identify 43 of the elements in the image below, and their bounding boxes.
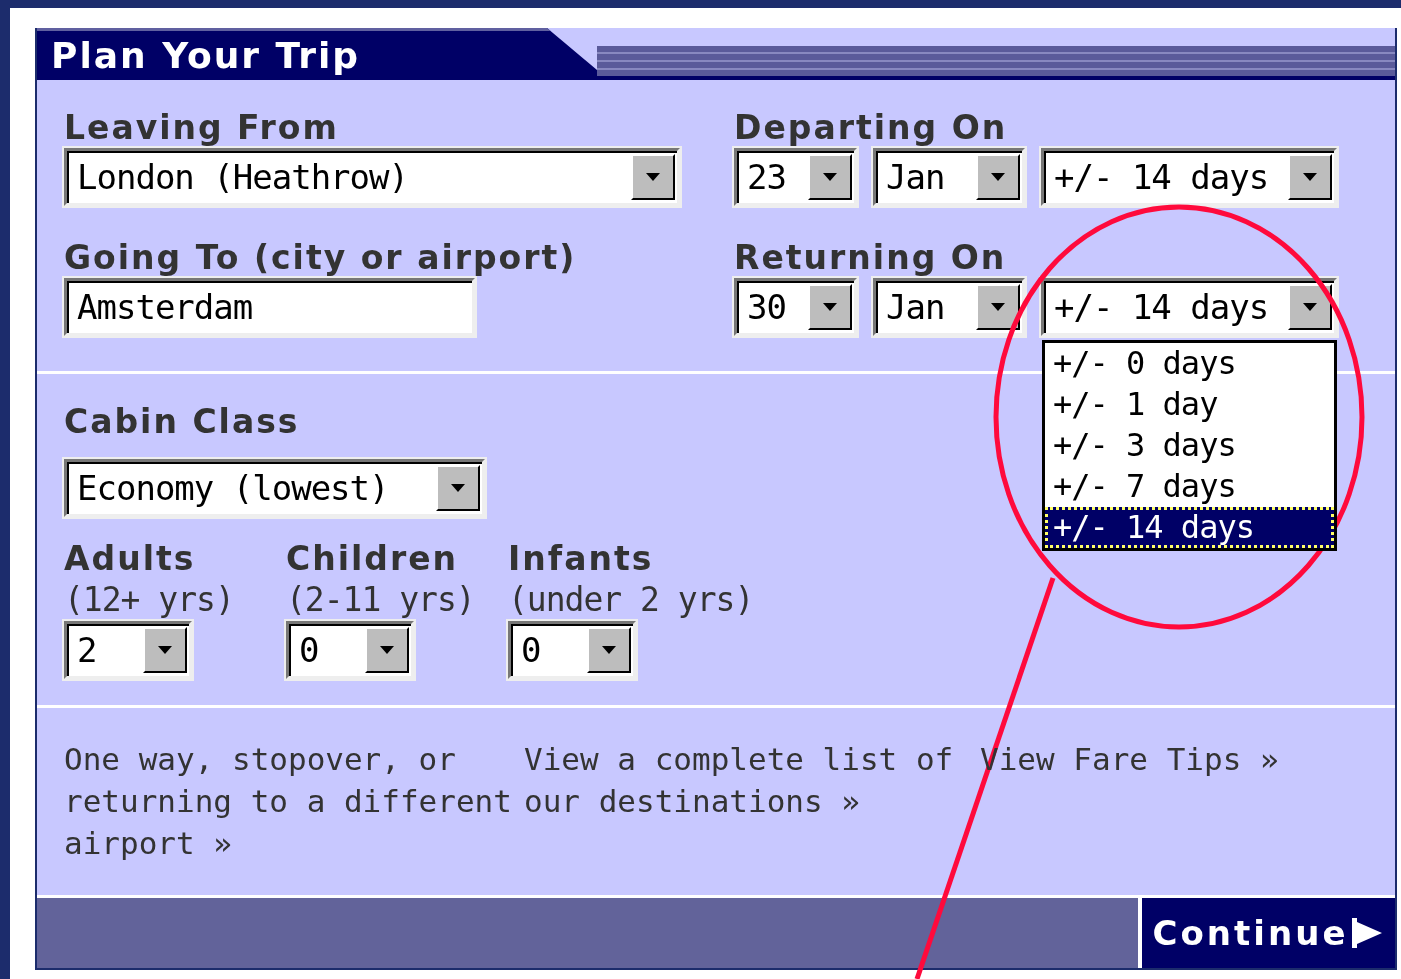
text-link[interactable]: View a complete list of our destinations » [524,738,980,822]
caret-icon [1303,303,1317,311]
field-label: Children [286,539,459,579]
month-dropdown[interactable]: Jan [873,278,1025,336]
panel-title: Plan Your Trip [37,28,597,80]
text-link[interactable]: One way, stopover, or returning to a different airport » [64,738,524,864]
caret-icon [380,646,394,654]
dropdown-option[interactable]: +/- 14 days [1045,507,1334,548]
field-label: Cabin Class [64,402,300,442]
caret-icon [602,646,616,654]
day-dropdown[interactable]: 23 [734,148,857,206]
month-dropdown[interactable]: Jan [873,148,1025,206]
age-note: (under 2 yrs) [508,579,754,621]
city-dropdown[interactable]: London (Heathrow) [64,148,680,206]
field-label: Infants [508,539,654,579]
field-label: Going To (city or airport) [64,238,577,278]
caret-icon [451,484,465,492]
caret-icon [823,303,837,311]
caret-icon [1303,173,1317,181]
count-dropdown[interactable]: 2 [64,621,192,679]
day-dropdown[interactable]: 30 [734,278,857,336]
cabin-class-dropdown[interactable]: Economy (lowest) [64,459,485,517]
caret-icon [158,646,172,654]
age-note: (12+ yrs) [64,579,234,621]
dropdown-option[interactable]: +/- 7 days [1045,466,1334,507]
flex-days-dropdown[interactable]: +/- 14 days [1041,148,1337,206]
flex-days-dropdown[interactable]: +/- 14 days [1041,278,1337,336]
age-note: (2-11 yrs) [286,579,475,621]
field-label: Adults [64,539,196,579]
continue-button[interactable]: Continue [1138,898,1395,968]
caret-icon [823,173,837,181]
destination-input[interactable]: Amsterdam [64,278,475,336]
field-label: Departing On [734,108,1008,148]
field-label: Leaving From [64,108,339,148]
count-dropdown[interactable]: 0 [508,621,636,679]
count-dropdown[interactable]: 0 [286,621,414,679]
caret-icon [646,173,660,181]
caret-icon [991,173,1005,181]
dropdown-option[interactable]: +/- 3 days [1045,425,1334,466]
dropdown-option[interactable]: +/- 1 day [1045,384,1334,425]
caret-icon [991,303,1005,311]
field-label: Returning On [734,238,1007,278]
dropdown-option[interactable]: +/- 0 days [1045,343,1334,384]
